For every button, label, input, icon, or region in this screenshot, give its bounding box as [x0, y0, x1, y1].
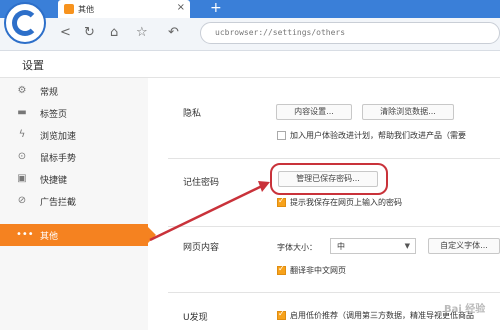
u-discover-label: U发现: [183, 313, 208, 323]
tab-title: 其他: [78, 5, 94, 14]
new-tab-button[interactable]: +: [210, 0, 222, 16]
url-text: ucbrowser://settings/others: [215, 28, 346, 37]
sidebar-item-label: 广告拦截: [40, 198, 77, 208]
sidebar-item-ad-block[interactable]: ⊘ 广告拦截: [0, 190, 148, 212]
bookmark-star-icon[interactable]: ☆: [136, 24, 148, 42]
sidebar-item-label: 快捷键: [40, 176, 68, 186]
close-tab-icon[interactable]: ×: [177, 2, 185, 13]
section-divider: [168, 158, 500, 159]
sidebar-item-other[interactable]: ••• 其他: [0, 224, 156, 246]
web-content-label: 网页内容: [183, 243, 220, 253]
refresh-icon[interactable]: ↻: [84, 24, 95, 42]
block-icon: ⊘: [17, 195, 27, 206]
ux-program-checkbox[interactable]: [277, 131, 286, 140]
gear-icon: ⚙: [17, 85, 27, 96]
more-icon: •••: [16, 229, 34, 240]
font-size-value: 中: [337, 242, 345, 251]
sidebar-item-label: 浏览加速: [40, 132, 77, 142]
sidebar-item-label: 常规: [40, 88, 59, 98]
prompt-save-text: 提示我保存在网页上输入的密码: [290, 198, 402, 207]
chevron-down-icon: ▼: [404, 242, 410, 250]
sidebar-item-label: 标签页: [40, 110, 68, 120]
sidebar-item-speedup[interactable]: ϟ 浏览加速: [0, 124, 148, 146]
custom-font-button[interactable]: 自定义字体...: [428, 238, 500, 254]
sidebar-item-mouse-gestures[interactable]: ⊙ 鼠标手势: [0, 146, 148, 168]
page-title: 设置: [22, 59, 44, 72]
highlight-box: [270, 163, 388, 195]
translate-text: 翻译非中文网页: [290, 266, 346, 275]
sidebar-item-label: 其他: [40, 232, 59, 242]
passwords-label: 记住密码: [183, 178, 220, 188]
font-size-label: 字体大小：: [277, 243, 317, 252]
content-settings-button[interactable]: 内容设置...: [276, 104, 352, 120]
tab-favicon-icon: [64, 4, 74, 14]
lightning-icon: ϟ: [18, 129, 26, 140]
privacy-label: 隐私: [183, 109, 202, 119]
sidebar-item-general[interactable]: ⚙ 常规: [0, 80, 148, 102]
section-divider: [168, 226, 500, 227]
settings-sidebar: ⚙ 常规 ▬ 标签页 ϟ 浏览加速 ⊙ 鼠标手势 ▣ 快捷键 ⊘ 广告拦截 ••…: [0, 78, 156, 330]
tab-settings[interactable]: 其他 ×: [58, 0, 190, 18]
tabs-icon: ▬: [17, 107, 27, 118]
clear-data-button[interactable]: 清除浏览数据...: [362, 104, 454, 120]
ux-program-text: 加入用户体验改进计划，帮助我们改进产品（需要: [290, 131, 466, 140]
sidebar-item-shortcuts[interactable]: ▣ 快捷键: [0, 168, 148, 190]
font-size-select[interactable]: 中 ▼: [330, 238, 416, 254]
home-icon[interactable]: ⌂: [110, 24, 118, 42]
browser-logo[interactable]: [4, 2, 46, 44]
undo-icon[interactable]: ↶: [168, 24, 179, 42]
translate-checkbox[interactable]: [277, 264, 286, 275]
keyboard-icon: ▣: [17, 173, 27, 184]
sidebar-item-label: 鼠标手势: [40, 154, 77, 164]
watermark-logo: Bai 经验: [444, 304, 486, 315]
sidebar-item-tabs[interactable]: ▬ 标签页: [0, 102, 148, 124]
address-bar[interactable]: ucbrowser://settings/others: [200, 22, 500, 44]
low-price-checkbox[interactable]: [277, 309, 286, 320]
mouse-icon: ⊙: [17, 151, 27, 162]
back-icon[interactable]: <: [60, 24, 71, 42]
prompt-save-checkbox[interactable]: [277, 196, 286, 207]
section-divider: [168, 292, 500, 293]
